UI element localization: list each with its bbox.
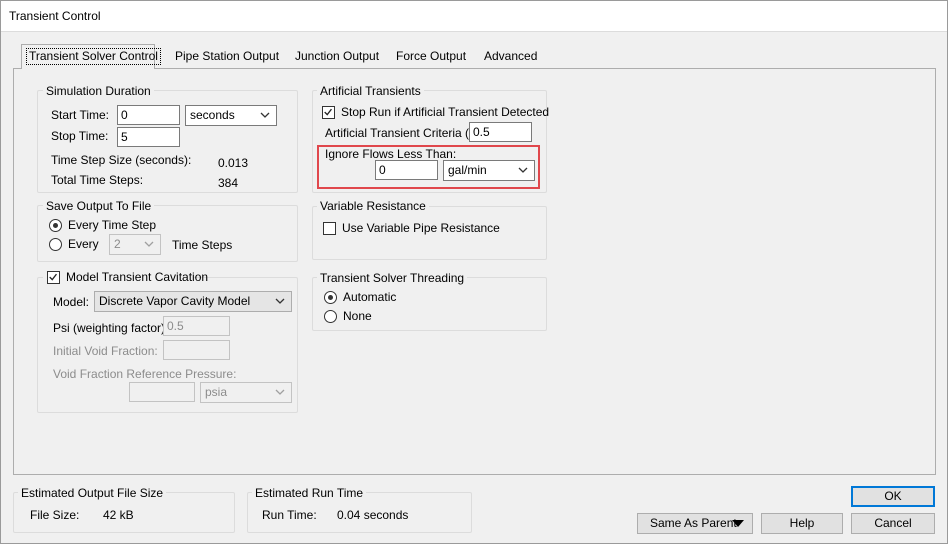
time-unit-select[interactable]: seconds	[185, 105, 277, 126]
ref-pressure-input[interactable]	[129, 382, 195, 402]
psi-input[interactable]: 0.5	[163, 316, 230, 336]
simulation-duration-title: Simulation Duration	[43, 84, 154, 98]
stop-time-label: Stop Time:	[51, 129, 109, 143]
psi-label: Psi (weighting factor):	[53, 321, 169, 335]
stop-run-label: Stop Run if Artificial Transient Detecte…	[341, 105, 550, 119]
every-steps-select[interactable]: 2	[109, 234, 161, 255]
time-unit-value: seconds	[190, 108, 235, 122]
same-as-parent-button[interactable]: Same As Parent	[637, 513, 753, 534]
time-steps-label: Time Steps	[172, 238, 233, 252]
threading-none-radio[interactable]	[324, 310, 337, 323]
every-time-step-radio[interactable]	[49, 219, 62, 232]
chevron-down-icon	[144, 241, 154, 247]
run-time-label: Run Time:	[262, 508, 317, 522]
variable-resistance-label: Use Variable Pipe Resistance	[342, 221, 500, 235]
save-output-group	[37, 205, 298, 262]
file-size-label: File Size:	[30, 508, 80, 522]
tab-advanced[interactable]: Advanced	[480, 46, 541, 68]
every-label: Every	[68, 237, 99, 251]
dropdown-arrow-icon	[732, 520, 744, 527]
ignore-flows-label: Ignore Flows Less Than:	[325, 147, 457, 161]
tab-force-output[interactable]: Force Output	[392, 46, 470, 68]
void-fraction-label: Initial Void Fraction:	[53, 344, 158, 358]
every-time-step-label: Every Time Step	[68, 218, 157, 232]
tab-junction-output[interactable]: Junction Output	[291, 46, 383, 68]
criteria-input[interactable]: 0.5	[469, 122, 532, 142]
check-icon	[49, 273, 57, 281]
chevron-down-icon	[275, 298, 285, 304]
ignore-flows-unit-select[interactable]: gal/min	[443, 160, 535, 181]
run-time-title: Estimated Run Time	[252, 486, 367, 500]
variable-resistance-checkbox[interactable]	[323, 222, 336, 235]
time-step-label: Time Step Size (seconds):	[51, 153, 192, 167]
chevron-down-icon	[260, 112, 270, 118]
file-size-value: 42 kB	[103, 508, 134, 522]
total-steps-value: 384	[218, 176, 239, 190]
every-steps-value: 2	[114, 237, 121, 251]
model-value: Discrete Vapor Cavity Model	[99, 294, 251, 308]
model-select[interactable]: Discrete Vapor Cavity Model	[94, 291, 292, 312]
same-as-parent-label: Same As Parent	[650, 516, 737, 530]
tab-label: Transient Solver Control	[26, 48, 161, 65]
run-time-value: 0.04 seconds	[337, 508, 409, 522]
threading-automatic-radio[interactable]	[324, 291, 337, 304]
title-bar: Transient Control	[0, 0, 948, 32]
ref-pressure-unit-select[interactable]: psia	[200, 382, 292, 403]
help-button[interactable]: Help	[761, 513, 843, 534]
void-fraction-input[interactable]	[163, 340, 230, 360]
criteria-label: Artificial Transient Criteria (%):	[325, 126, 488, 140]
model-label: Model:	[53, 295, 90, 309]
tab-transient-solver-control[interactable]: Transient Solver Control	[21, 44, 161, 69]
start-time-label: Start Time:	[51, 108, 110, 122]
every-n-steps-radio[interactable]	[49, 238, 62, 251]
chevron-down-icon	[518, 167, 528, 173]
chevron-down-icon	[275, 389, 285, 395]
ref-pressure-unit-value: psia	[205, 385, 228, 399]
check-icon	[324, 108, 332, 116]
ok-button[interactable]: OK	[851, 486, 935, 507]
save-output-title: Save Output To File	[43, 199, 155, 213]
threading-automatic-label: Automatic	[343, 290, 397, 304]
ref-pressure-label: Void Fraction Reference Pressure:	[53, 367, 237, 381]
total-steps-label: Total Time Steps:	[51, 173, 144, 187]
cavitation-title: Model Transient Cavitation	[66, 270, 209, 284]
artificial-transients-title: Artificial Transients	[317, 84, 424, 98]
variable-resistance-title: Variable Resistance	[317, 199, 429, 213]
start-time-input[interactable]: 0	[117, 105, 180, 125]
stop-time-input[interactable]: 5	[117, 127, 180, 147]
cavitation-checkbox[interactable]	[47, 271, 60, 284]
threading-none-label: None	[343, 309, 372, 323]
ignore-flows-unit-value: gal/min	[448, 163, 487, 177]
stop-run-checkbox[interactable]	[322, 106, 335, 119]
window-title: Transient Control	[9, 9, 101, 23]
cancel-button[interactable]: Cancel	[851, 513, 935, 534]
output-file-size-title: Estimated Output File Size	[18, 486, 167, 500]
tab-pipe-station-output[interactable]: Pipe Station Output	[171, 46, 283, 68]
time-step-value: 0.013	[218, 156, 249, 170]
threading-title: Transient Solver Threading	[317, 271, 468, 285]
ignore-flows-input[interactable]: 0	[375, 160, 438, 180]
